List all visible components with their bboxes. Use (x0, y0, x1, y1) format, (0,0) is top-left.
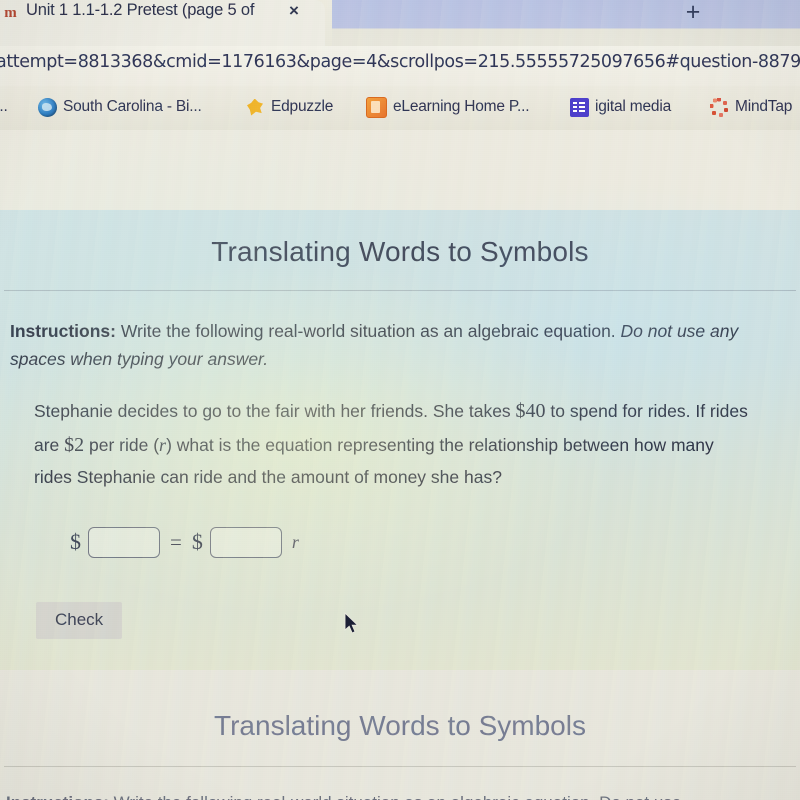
dollar-sign-left: $ (70, 529, 81, 555)
question-text: Stephanie decides to go to the fair with… (6, 374, 778, 493)
equals-sign: = (170, 529, 182, 554)
instructions: Instructions: Write the following real-w… (6, 317, 778, 374)
bookmark-label: eLearning Home P... (393, 98, 530, 115)
question-variable: r (159, 435, 167, 456)
instructions-text-below: Write the following real-world situation… (109, 793, 682, 800)
edpuzzle-icon (246, 98, 265, 117)
page-title-below: Translating Words to Symbols (214, 710, 586, 741)
tab-favicon-icon: m (4, 5, 17, 21)
page-viewport: Translating Words to Symbols Instruction… (0, 130, 800, 800)
page-title: Translating Words to Symbols (211, 236, 589, 267)
instructions-text: Write the following real-world situation… (115, 321, 621, 341)
url-text[interactable]: attempt=8813368&cmid=1176163&page=4&scro… (0, 52, 800, 72)
close-icon[interactable]: × (284, 0, 304, 22)
answer-variable-label: r (291, 531, 299, 552)
answer-input-right[interactable] (209, 526, 282, 558)
globe-icon (38, 97, 57, 117)
check-button[interactable]: Check (36, 601, 123, 639)
question-part-3: per ride ( (84, 435, 160, 456)
screen-photo: + m Unit 1 1.1-1.2 Pretest (page 5 of × … (0, 0, 800, 800)
question-total-amount: $40 (515, 399, 546, 422)
question-part-1: Stephanie decides to go to the fair with… (34, 400, 516, 421)
tab-title: Unit 1 1.1-1.2 Pretest (page 5 of (26, 1, 255, 19)
bookmark-label: igital media (595, 98, 672, 115)
mouse-cursor-icon (344, 612, 359, 634)
bookmark-label: i... (0, 98, 8, 115)
answer-row: $ = $ r (6, 493, 778, 558)
elearning-icon (366, 96, 387, 118)
bookmark-label: Edpuzzle (271, 98, 334, 115)
new-tab-button[interactable]: + (680, 0, 706, 26)
bookmark-item-mindtap[interactable]: MindTap (710, 95, 792, 119)
mindtap-icon (710, 97, 729, 117)
instructions-label-below: Instructions: (6, 793, 109, 800)
bookmark-item-edpuzzle[interactable]: Edpuzzle (246, 95, 333, 119)
dollar-sign-right: $ (191, 529, 203, 555)
bookmark-label: MindTap (735, 98, 793, 115)
new-tab-area: + (332, 0, 800, 46)
question-rate-amount: $2 (64, 434, 85, 457)
bookmark-item-elearning[interactable]: eLearning Home P... (366, 95, 530, 119)
quiz-card: Translating Words to Symbols Instruction… (0, 210, 800, 697)
question-body: Instructions: Write the following real-w… (0, 291, 800, 639)
bookmark-item-partial[interactable]: i... (0, 95, 8, 119)
slides-icon (570, 97, 589, 117)
page-top-gap (0, 130, 800, 210)
bookmark-item-digital-media[interactable]: igital media (570, 95, 671, 119)
bookmark-item-south-carolina[interactable]: South Carolina - Bi... (38, 95, 202, 119)
browser-tab[interactable]: m Unit 1 1.1-1.2 Pretest (page 5 of × (0, 0, 325, 46)
address-bar[interactable]: attempt=8813368&cmid=1176163&page=4&scro… (0, 46, 800, 86)
instructions-label: Instructions: (10, 321, 116, 341)
answer-input-left[interactable] (88, 526, 160, 558)
browser-tab-strip: + m Unit 1 1.1-1.2 Pretest (page 5 of × (0, 0, 800, 46)
quiz-card-below: Translating Words to Symbols Instruction… (0, 670, 800, 800)
instructions-below: Instructions: Write the following real-w… (0, 767, 800, 800)
bookmark-label: South Carolina - Bi... (63, 98, 202, 115)
bookmarks-bar: i... South Carolina - Bi... Edpuzzle eLe… (0, 86, 800, 131)
